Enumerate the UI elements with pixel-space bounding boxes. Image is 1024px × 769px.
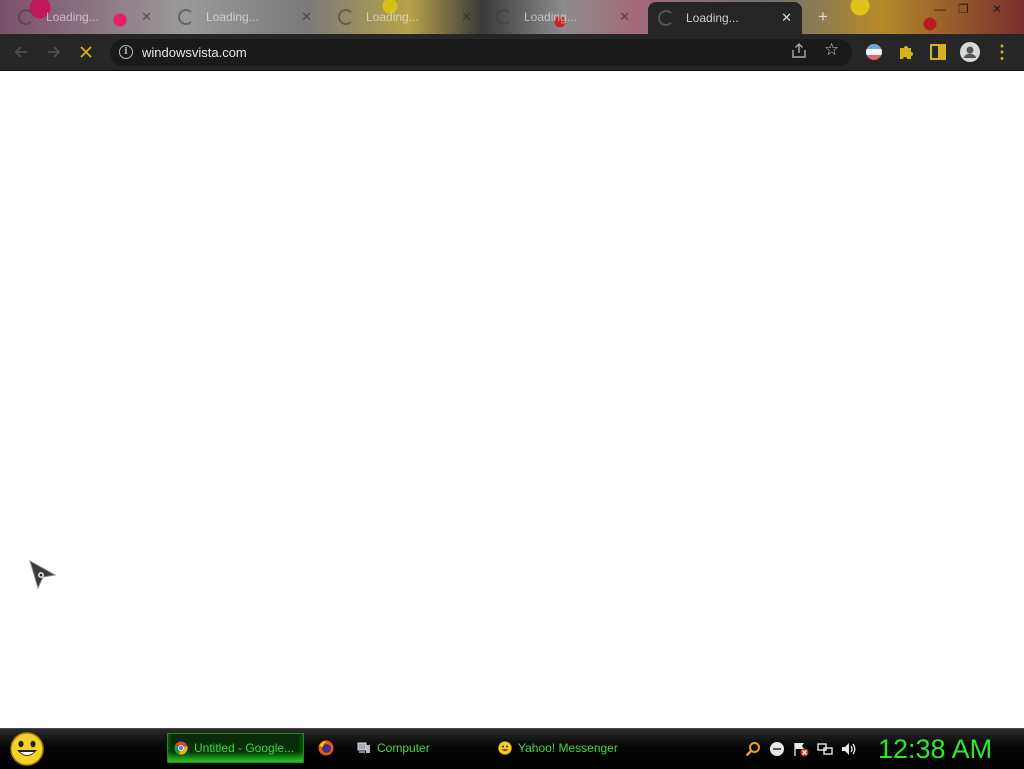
url-text[interactable]: windowsvista.com [142, 45, 247, 60]
stop-loading-button[interactable] [74, 40, 98, 64]
tab-strip: Loading... ✕ Loading... ✕ Loading... ✕ L… [0, 0, 1024, 34]
taskbar-item-yahoo-messenger[interactable]: Yahoo! Messenger [492, 733, 628, 763]
star-icon[interactable]: ☆ [824, 40, 839, 60]
status-icon[interactable] [769, 741, 785, 757]
address-bar[interactable]: i windowsvista.com ☆ [110, 39, 852, 66]
action-center-flag-icon[interactable] [793, 741, 809, 757]
loading-spinner-icon [178, 9, 194, 25]
browser-toolbar: i windowsvista.com ☆ ⋮ [0, 34, 1024, 71]
new-tab-button[interactable]: + [818, 7, 828, 27]
minimize-button[interactable]: — [934, 2, 946, 16]
close-window-button[interactable]: ✕ [992, 2, 1002, 16]
tab-title: Loading... [366, 10, 419, 24]
search-icon[interactable] [745, 741, 761, 757]
profile-avatar-icon[interactable] [959, 41, 981, 63]
forward-button[interactable] [42, 40, 66, 64]
arrow-left-icon [14, 46, 27, 58]
loading-spinner-icon [658, 10, 674, 26]
network-icon[interactable] [817, 741, 833, 757]
mouse-cursor-icon [29, 560, 57, 590]
taskbar-item-computer[interactable]: Computer [351, 733, 487, 763]
page-viewport[interactable] [0, 71, 1024, 728]
computer-icon [357, 742, 370, 753]
close-icon [80, 46, 92, 58]
yahoo-messenger-icon [498, 741, 512, 755]
side-panel-icon[interactable] [928, 42, 948, 62]
browser-tab[interactable]: Loading... ✕ [168, 4, 322, 30]
system-clock[interactable]: 12:38 AM [878, 734, 992, 765]
loading-spinner-icon [496, 9, 512, 25]
browser-tab-active[interactable]: Loading... ✕ [648, 2, 802, 34]
taskbar: Untitled - Google... Computer Yahoo! Mes… [0, 728, 1024, 769]
tab-close-icon[interactable]: ✕ [301, 9, 312, 25]
firefox-icon [318, 740, 334, 756]
taskbar-item-firefox[interactable] [312, 733, 346, 763]
browser-tab[interactable]: Loading... ✕ [8, 4, 162, 30]
taskbar-item-label: Untitled - Google... [194, 741, 295, 755]
chrome-icon [174, 741, 188, 755]
taskbar-item-chrome[interactable]: Untitled - Google... [167, 733, 304, 763]
flag-extension-icon[interactable] [864, 42, 884, 62]
tab-close-icon[interactable]: ✕ [141, 9, 152, 25]
tab-title: Loading... [686, 11, 739, 25]
share-icon[interactable] [790, 42, 808, 63]
tab-title: Loading... [46, 10, 99, 24]
taskbar-item-label: Yahoo! Messenger [518, 741, 618, 755]
back-button[interactable] [9, 40, 33, 64]
tab-title: Loading... [206, 10, 259, 24]
browser-menu-button[interactable]: ⋮ [990, 40, 1014, 64]
browser-tab[interactable]: Loading... ✕ [328, 4, 482, 30]
loading-spinner-icon [338, 9, 354, 25]
tab-close-icon[interactable]: ✕ [781, 10, 792, 26]
puzzle-icon[interactable] [896, 42, 916, 62]
browser-tab[interactable]: Loading... ✕ [486, 4, 640, 30]
tab-close-icon[interactable]: ✕ [461, 9, 472, 25]
tab-title: Loading... [524, 10, 577, 24]
volume-icon[interactable] [841, 741, 857, 757]
loading-spinner-icon [18, 9, 34, 25]
restore-button[interactable]: ❐ [958, 2, 969, 16]
arrow-right-icon [48, 46, 61, 58]
site-info-icon[interactable]: i [119, 45, 133, 59]
taskbar-item-label: Computer [377, 741, 430, 755]
smiley-orb-icon[interactable] [8, 731, 46, 767]
tab-close-icon[interactable]: ✕ [619, 9, 630, 25]
